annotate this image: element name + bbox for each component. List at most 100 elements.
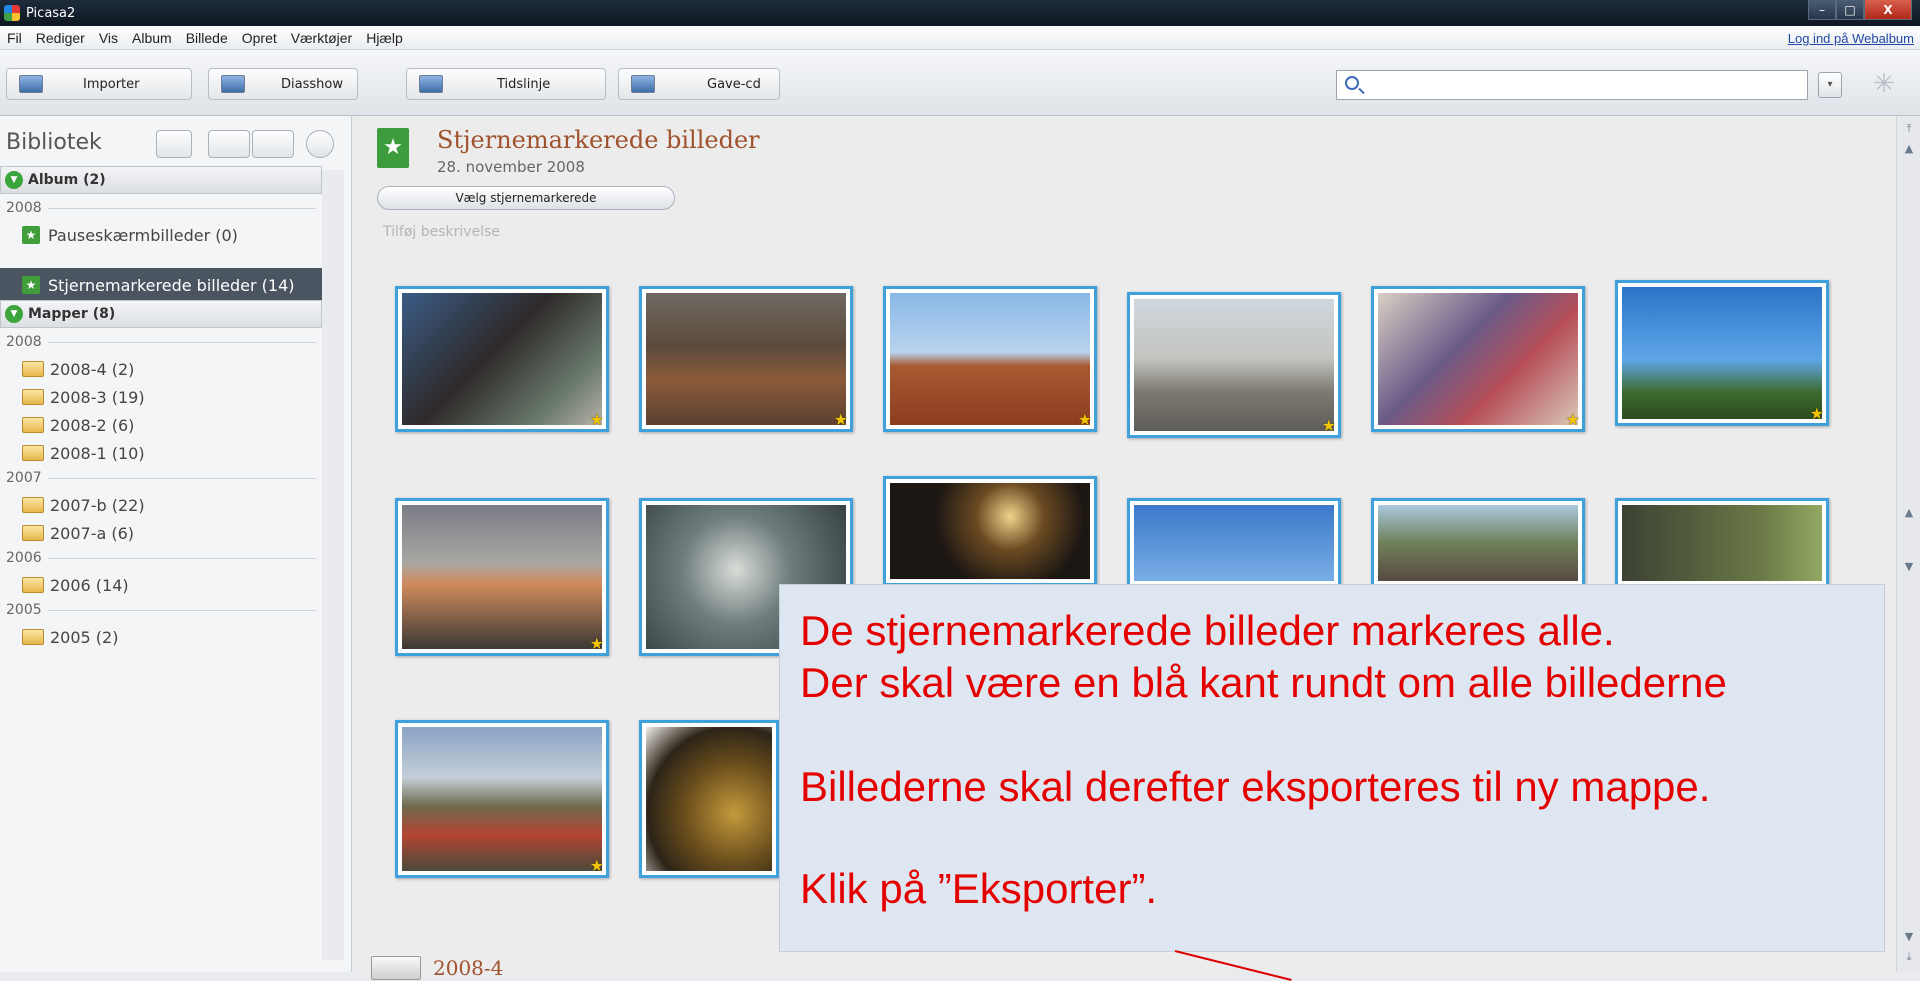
photo-thumbnail[interactable] [1371,498,1585,588]
search-input[interactable] [1336,70,1808,100]
menu-opret[interactable]: Opret [235,30,284,46]
starred-album-icon: ★ [377,128,409,168]
import-button[interactable]: Importer [6,68,192,100]
scroll-down-icon[interactable]: ▼ [1899,928,1919,946]
list-view-button[interactable] [208,130,250,158]
star-icon: ★ [1809,404,1824,423]
sidebar-folder-2008-4[interactable]: 2008-4 (2) [22,356,134,382]
menu-bar: Fil Rediger Vis Album Billede Opret Værk… [0,26,1920,50]
giftcd-button[interactable]: Gave-cd [618,68,780,100]
minimize-button[interactable]: – [1808,0,1836,20]
year-label: 2006 [6,550,316,566]
sidebar-album-stjernemarkerede[interactable]: ★ Stjernemarkerede billeder (14) [0,268,322,302]
sidebar-options-button[interactable] [306,130,334,158]
collapse-triangle-icon: ▼ [5,305,23,323]
instruction-callout: De stjernemarkerede billeder markeres al… [779,584,1885,952]
star-icon: ★ [833,410,848,429]
timeline-button[interactable]: Tidslinje [406,68,606,100]
select-starred-button[interactable]: Vælg stjernemarkerede [377,186,675,210]
star-icon: ★ [589,410,604,429]
menu-rediger[interactable]: Rediger [29,30,92,46]
photo-thumbnail[interactable] [639,720,779,878]
search-options-dropdown[interactable]: ▾ [1818,72,1842,98]
library-title: Bibliotek [6,130,102,155]
window-title: Picasa2 [26,5,76,21]
sidebar-folder-2007-b[interactable]: 2007-b (22) [22,492,145,518]
collapse-triangle-icon: ▼ [5,171,23,189]
folders-section-header[interactable]: ▼ Mapper (8) [0,300,322,328]
star-icon: ★ [589,634,604,653]
menu-billede[interactable]: Billede [179,30,235,46]
next-folder-header[interactable]: 2008-4 [371,956,503,980]
library-sidebar: Bibliotek ▼ Album (2) 2008 ★ Pauseskærmb… [0,116,352,972]
loading-spinner-icon: ✳ [1873,69,1895,99]
maximize-button[interactable]: □ [1836,0,1864,20]
year-label: 2008 [6,334,316,350]
photo-thumbnail[interactable]: ★ [395,720,609,878]
album-title: Stjernemarkerede billeder [437,126,760,154]
folder-icon [22,577,44,593]
new-album-button[interactable] [156,130,192,158]
login-webalbum-link[interactable]: Log ind på Webalbum [1788,31,1914,46]
menu-vis[interactable]: Vis [92,30,125,46]
photo-thumbnail[interactable]: ★ [395,498,609,656]
scroll-bottom-icon[interactable]: ⤓ [1899,948,1919,966]
folder-icon [22,389,44,405]
detail-view-button[interactable] [252,130,294,158]
album-section-header[interactable]: ▼ Album (2) [0,166,322,194]
toolbar: Importer Diasshow Tidslinje Gave-cd ▾ ✳ [0,50,1920,116]
star-icon: ★ [589,856,604,875]
star-icon: ★ [1077,410,1092,429]
photo-thumbnail[interactable]: ★ [639,286,853,432]
menu-hjaelp[interactable]: Hjælp [359,30,410,46]
slideshow-button[interactable]: Diasshow [208,68,358,100]
add-description-field[interactable]: Tilføj beskrivelse [383,224,500,240]
photo-thumbnail[interactable]: ★ [1615,280,1829,426]
sidebar-folder-2008-2[interactable]: 2008-2 (6) [22,412,134,438]
scroll-down-icon[interactable]: ▼ [1899,558,1919,576]
search-icon [1345,76,1359,90]
folder-icon [22,497,44,513]
slideshow-icon [221,75,245,93]
sidebar-folder-2007-a[interactable]: 2007-a (6) [22,520,134,546]
album-star-icon: ★ [22,226,40,244]
callout-line-1: De stjernemarkerede billeder markeres al… [800,607,1615,654]
menu-fil[interactable]: Fil [0,30,29,46]
main-scrollbar[interactable]: ⤒ ▲ ▲ ▼ ▼ ⤓ [1896,116,1920,972]
scroll-up-icon[interactable]: ▲ [1899,140,1919,158]
close-button[interactable]: X [1864,0,1912,20]
sidebar-folder-2005[interactable]: 2005 (2) [22,624,118,650]
giftcd-icon [631,75,655,93]
picasa-app-icon [4,5,20,21]
sidebar-folder-2006[interactable]: 2006 (14) [22,572,129,598]
photo-thumbnail[interactable] [883,476,1097,586]
photo-thumbnail[interactable] [1127,498,1341,588]
sidebar-folder-2008-3[interactable]: 2008-3 (19) [22,384,145,410]
menu-album[interactable]: Album [125,30,179,46]
star-icon: ★ [1565,410,1580,429]
photo-thumbnail[interactable] [1615,498,1829,588]
scroll-top-icon[interactable]: ⤒ [1899,120,1919,138]
timeline-icon [419,75,443,93]
photo-thumbnail[interactable]: ★ [1127,292,1341,438]
photo-thumbnail[interactable]: ★ [1371,286,1585,432]
star-icon: ★ [1321,416,1336,435]
callout-line-4: Klik på ”Eksporter”. [800,865,1158,912]
folder-icon [22,629,44,645]
folder-icon [22,445,44,461]
sidebar-folder-2008-1[interactable]: 2008-1 (10) [22,440,145,466]
photo-thumbnail[interactable]: ★ [883,286,1097,432]
folder-icon [22,361,44,377]
import-icon [19,75,43,93]
year-label: 2007 [6,470,316,486]
folder-icon [371,956,421,980]
year-label: 2008 [6,200,316,216]
menu-vaerktoejer[interactable]: Værktøjer [284,30,359,46]
folder-icon [22,417,44,433]
callout-line-2: Der skal være en blå kant rundt om alle … [800,659,1727,706]
scroll-up-icon[interactable]: ▲ [1899,504,1919,522]
photo-thumbnail[interactable]: ★ [395,286,609,432]
sidebar-scrollbar[interactable] [322,170,344,960]
year-label: 2005 [6,602,316,618]
sidebar-album-pauseskaerm[interactable]: ★ Pauseskærmbilleder (0) [22,222,238,248]
